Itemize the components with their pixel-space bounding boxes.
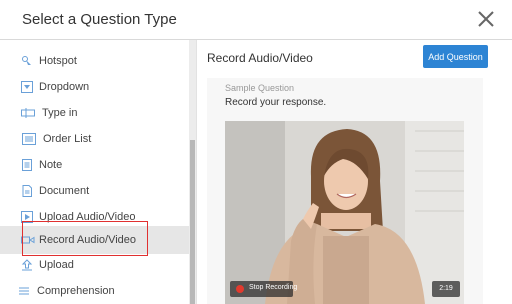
sidebar-item-label: Order List	[43, 133, 92, 145]
question-type-modal: Select a Question Type Hotspot Dropdown …	[0, 0, 512, 304]
question-text: Record your response.	[225, 97, 327, 108]
record-video-icon	[21, 234, 35, 246]
video-frame-image	[225, 121, 464, 304]
order-list-icon	[22, 133, 36, 145]
sidebar-item-label: Hotspot	[39, 55, 77, 67]
note-icon	[21, 159, 33, 171]
question-preview-panel: Record Audio/Video Add Question Sample Q…	[197, 40, 512, 304]
panel-title: Record Audio/Video	[207, 51, 313, 65]
sidebar-item-record-audio-video[interactable]: Record Audio/Video	[0, 226, 189, 254]
document-icon	[21, 185, 33, 197]
comprehension-icon	[18, 285, 30, 297]
list-icon	[21, 40, 33, 45]
question-type-list: Hotspot Dropdown Type in Order List Note	[0, 40, 196, 304]
add-question-button[interactable]: Add Question	[423, 45, 488, 68]
stop-recording-button[interactable]: Stop Recording	[230, 281, 297, 297]
sidebar-item-document[interactable]: Document	[0, 178, 189, 204]
modal-title: Select a Question Type	[22, 11, 177, 28]
sidebar-item-label: Upload	[39, 259, 74, 271]
sidebar-item-type-in[interactable]: Type in	[0, 100, 189, 126]
dropdown-icon	[21, 81, 33, 93]
close-icon[interactable]	[476, 9, 496, 29]
sidebar-item-label: Upload Audio/Video	[39, 211, 136, 223]
sidebar-item-label: Note	[39, 159, 63, 171]
record-dot-icon	[236, 285, 244, 293]
sidebar-item-label: Comprehension	[37, 285, 115, 297]
sidebar-item-label: Record Audio/Video	[39, 234, 137, 246]
sample-question-label: Sample Question	[225, 83, 295, 93]
sidebar-item-dropdown[interactable]: Dropdown	[0, 74, 189, 100]
sidebar-item-upload[interactable]: Upload	[0, 252, 189, 278]
stop-recording-label: Stop Recording	[249, 284, 298, 291]
video-preview: Stop Recording 2:19	[225, 121, 464, 304]
sidebar-item-order-list[interactable]: Order List	[0, 126, 189, 152]
sidebar-scrollbar-thumb[interactable]	[190, 140, 195, 304]
hotspot-icon	[21, 55, 33, 67]
sidebar-item-comprehension[interactable]: Comprehension	[0, 278, 189, 304]
type-in-icon	[21, 107, 35, 119]
sidebar-item-label: Dropdown	[39, 81, 90, 93]
recording-timer: 2:19	[432, 281, 460, 297]
upload-video-icon	[21, 211, 33, 223]
upload-icon	[21, 259, 33, 271]
sidebar-item-label: Document	[39, 185, 90, 197]
sidebar-item-note[interactable]: Note	[0, 152, 189, 178]
sidebar-item-hotspot[interactable]: Hotspot	[0, 48, 189, 74]
sidebar-item-label: Type in	[42, 107, 78, 119]
sample-question-card: Sample Question Record your response. St…	[207, 78, 483, 304]
modal-header: Select a Question Type	[0, 0, 512, 40]
